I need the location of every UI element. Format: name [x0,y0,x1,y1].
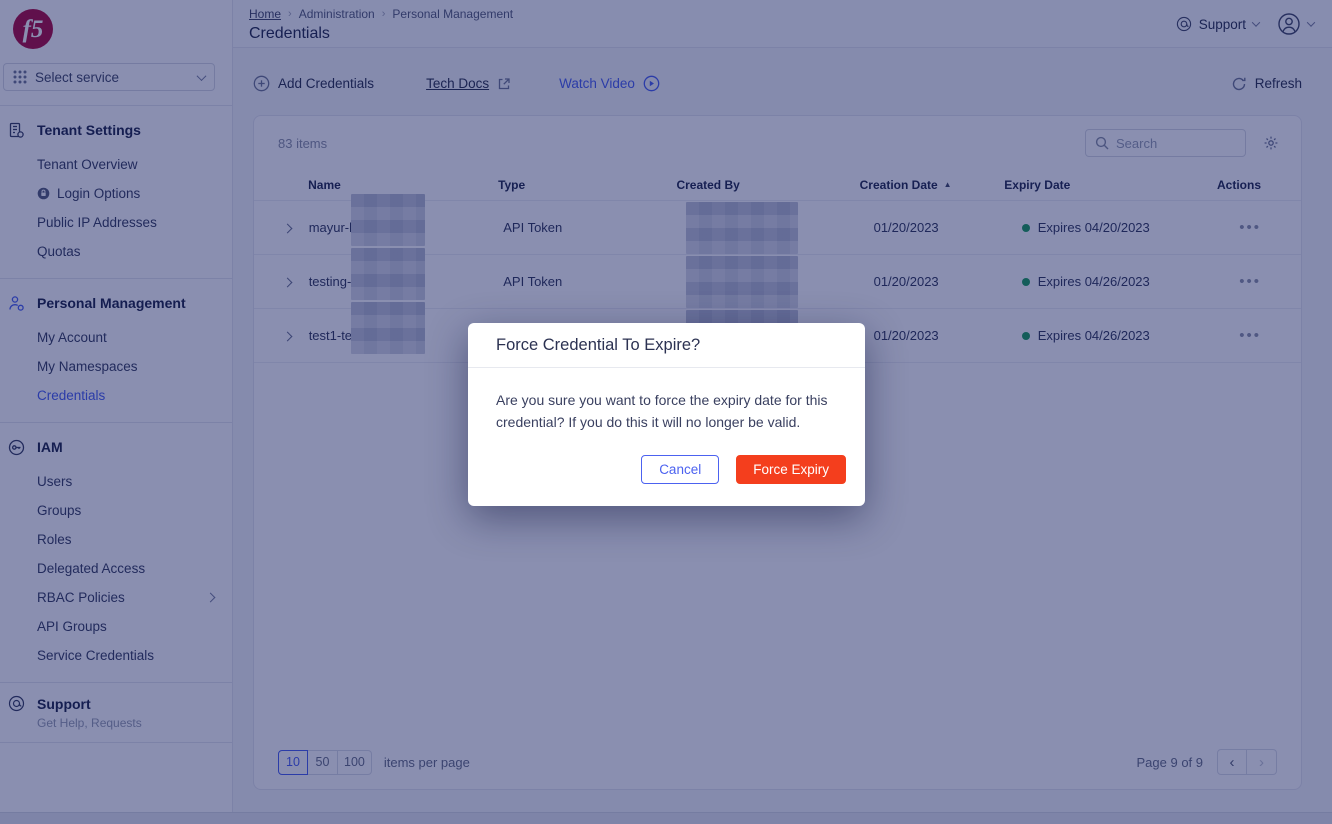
modal-message: Are you sure you want to force the expir… [468,368,865,441]
modal-title: Force Credential To Expire? [468,323,865,368]
cancel-button[interactable]: Cancel [641,455,719,484]
force-expiry-modal: Force Credential To Expire? Are you sure… [468,323,865,506]
force-expiry-button[interactable]: Force Expiry [736,455,846,484]
